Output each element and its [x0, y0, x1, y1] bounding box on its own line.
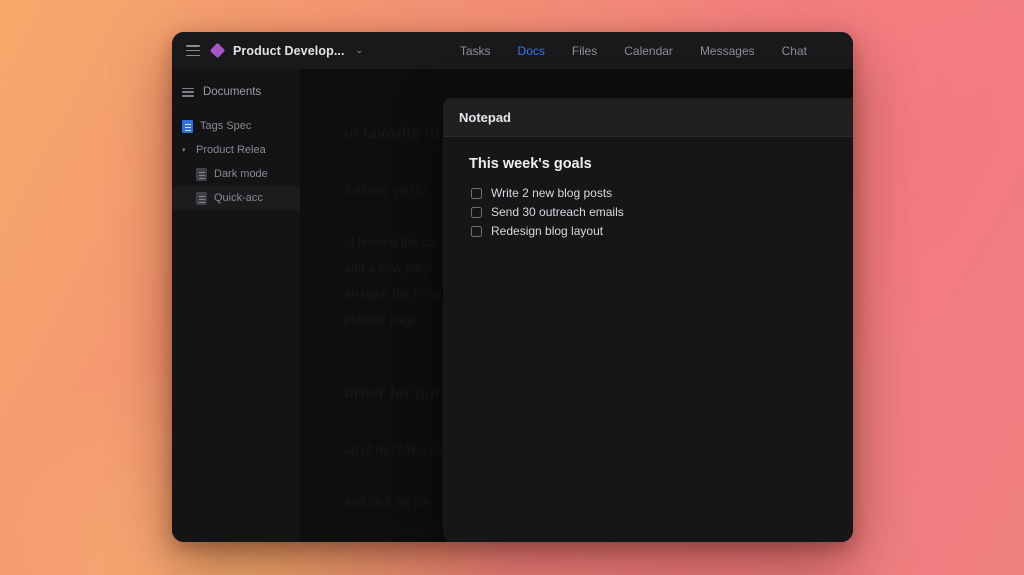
sidebar-item-quick-access[interactable]: Quick-acc: [172, 186, 300, 210]
notepad-modal: Notepad × This week's goals Write 2 new …: [443, 98, 853, 542]
sidebar-header: Documents: [172, 82, 300, 102]
chevron-down-icon[interactable]: ▾: [182, 147, 192, 154]
sidebar-hamburger-icon[interactable]: [182, 87, 194, 97]
main-nav: Tasks Docs Files Calendar Messages Chat: [460, 44, 839, 58]
todo-item[interactable]: Redesign blog layout: [469, 222, 853, 240]
checkbox-icon[interactable]: [471, 225, 482, 237]
checkbox-icon[interactable]: [471, 206, 482, 218]
todo-label: Redesign blog layout: [491, 224, 604, 238]
checkbox-icon[interactable]: [471, 187, 482, 199]
workspace-title: Product Develop...: [233, 43, 345, 58]
sidebar-item-tags-spec[interactable]: Tags Spec: [172, 114, 300, 138]
todo-label: Write 2 new blog posts: [491, 186, 613, 200]
notepad-modal-title: Notepad: [459, 109, 511, 125]
todo-item[interactable]: Send 30 outreach emails: [469, 203, 853, 221]
nav-item-files[interactable]: Files: [572, 44, 597, 58]
sidebar-item-product-release[interactable]: ▾ Product Relea: [172, 138, 300, 162]
document-icon: [182, 119, 193, 133]
chevron-down-icon[interactable]: ⌄: [356, 46, 364, 55]
app-window: Product Develop... ⌄ Tasks Docs Files Ca…: [172, 32, 853, 542]
sidebar-item-dark-mode[interactable]: Dark mode: [172, 162, 300, 186]
sidebar-item-label: Dark mode: [214, 168, 268, 180]
notes-heading: This week's goals: [469, 156, 592, 172]
top-bar: Product Develop... ⌄ Tasks Docs Files Ca…: [172, 32, 853, 69]
nav-item-tasks[interactable]: Tasks: [460, 44, 491, 58]
nav-item-chat[interactable]: Chat: [782, 44, 807, 58]
sidebar: Documents Tags Spec ▾ Product Relea Dark…: [172, 69, 300, 542]
todo-item[interactable]: Write 2 new blog posts: [469, 184, 853, 202]
nav-item-docs[interactable]: Docs: [518, 44, 545, 58]
sidebar-item-label: Tags Spec: [200, 120, 252, 132]
workspace-diamond-icon: [209, 42, 226, 59]
notepad-modal-body: This week's goals Write 2 new blog posts…: [443, 137, 853, 240]
hamburger-menu-icon[interactable]: [186, 45, 200, 56]
nav-item-messages[interactable]: Messages: [700, 44, 755, 58]
notepad-modal-header: Notepad ×: [443, 98, 853, 137]
todo-label: Send 30 outreach emails: [491, 205, 624, 219]
nav-item-calendar[interactable]: Calendar: [624, 44, 673, 58]
sidebar-item-label: Quick-acc: [214, 192, 263, 204]
sidebar-item-label: Product Relea: [196, 144, 266, 156]
document-icon: [196, 167, 207, 181]
document-icon: [196, 191, 207, 205]
sidebar-header-label: Documents: [203, 86, 262, 98]
